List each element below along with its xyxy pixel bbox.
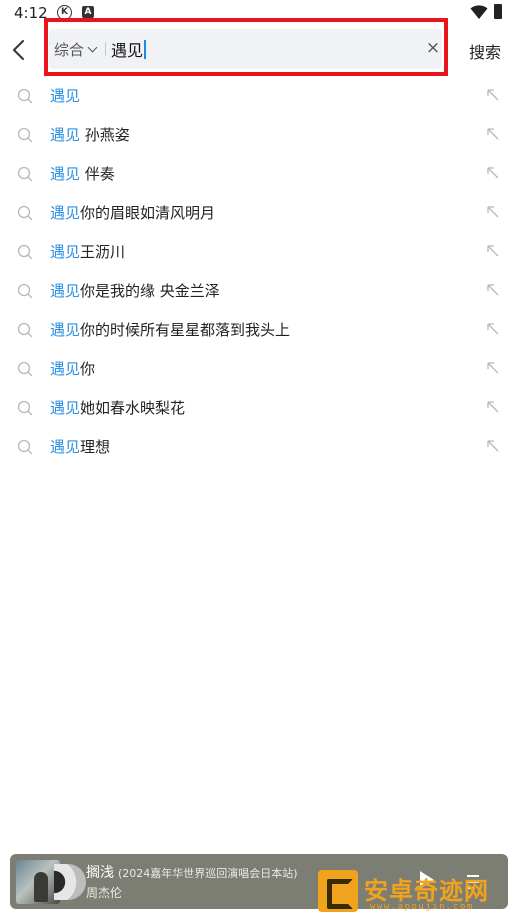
suggestion-item[interactable]: 遇见你 bbox=[0, 349, 518, 388]
search-input[interactable]: 遇见 bbox=[111, 37, 147, 61]
battery-icon bbox=[494, 4, 502, 19]
clear-search-button[interactable]: × bbox=[425, 38, 441, 58]
suggestion-rest: 你是我的缘 央金兰泽 bbox=[80, 282, 220, 300]
suggestion-text: 遇见你的眉眼如清风明月 bbox=[50, 202, 215, 223]
suggestion-text: 遇见 bbox=[50, 85, 80, 106]
text-cursor bbox=[144, 39, 147, 59]
watermark-title: 安卓奇迹网 bbox=[364, 878, 489, 905]
search-icon bbox=[17, 88, 33, 104]
suggestion-match: 遇见 bbox=[50, 360, 81, 378]
fill-query-arrow-icon[interactable] bbox=[486, 88, 500, 102]
watermark-logo: 安卓奇迹网 www.apoujin.com bbox=[318, 870, 514, 920]
suggestion-item[interactable]: 遇见她如春水映梨花 bbox=[0, 388, 518, 427]
suggestion-rest: 伴奏 bbox=[80, 165, 115, 183]
suggestion-item[interactable]: 遇见 孙燕姿 bbox=[0, 115, 518, 154]
suggestion-match: 遇见 bbox=[50, 438, 81, 456]
watermark-url: www.apoujin.com bbox=[370, 902, 474, 912]
fill-query-arrow-icon[interactable] bbox=[486, 127, 500, 141]
suggestion-text: 遇见她如春水映梨花 bbox=[50, 397, 185, 418]
watermark-icon bbox=[318, 870, 358, 912]
search-query-text: 遇见 bbox=[111, 41, 144, 60]
fill-query-arrow-icon[interactable] bbox=[486, 283, 500, 297]
suggestion-text: 遇见你是我的缘 央金兰泽 bbox=[50, 280, 220, 301]
k-badge-icon: K bbox=[57, 5, 72, 20]
suggestion-text: 遇见理想 bbox=[50, 436, 110, 457]
fill-query-arrow-icon[interactable] bbox=[486, 322, 500, 336]
suggestion-match: 遇见 bbox=[50, 165, 81, 183]
fill-query-arrow-icon[interactable] bbox=[486, 400, 500, 414]
fill-query-arrow-icon[interactable] bbox=[486, 166, 500, 180]
suggestion-text: 遇见你 bbox=[50, 358, 95, 379]
fill-query-arrow-icon[interactable] bbox=[486, 205, 500, 219]
suggestion-text: 遇见你的时候所有星星都落到我头上 bbox=[50, 319, 290, 340]
search-icon bbox=[17, 127, 33, 143]
search-icon bbox=[17, 205, 33, 221]
search-icon bbox=[17, 244, 33, 260]
suggestion-match: 遇见 bbox=[50, 87, 81, 105]
track-title: 搁浅 (2024嘉年华世界巡回演唱会日本站) bbox=[86, 862, 298, 882]
suggestion-rest: 她如春水映梨花 bbox=[80, 399, 186, 417]
a-badge-icon: A bbox=[82, 6, 94, 18]
suggestion-item[interactable]: 遇见理想 bbox=[0, 427, 518, 466]
status-bar: 4:12 K A bbox=[0, 0, 518, 26]
suggestion-item[interactable]: 遇见 bbox=[0, 76, 518, 115]
suggestion-item[interactable]: 遇见 伴奏 bbox=[0, 154, 518, 193]
scope-divider bbox=[105, 42, 106, 56]
suggestion-text: 遇见王沥川 bbox=[50, 241, 125, 262]
search-submit-button[interactable]: 搜索 bbox=[469, 39, 501, 63]
suggestion-item[interactable]: 遇见你的时候所有星星都落到我头上 bbox=[0, 310, 518, 349]
suggestion-item[interactable]: 遇见你的眉眼如清风明月 bbox=[0, 193, 518, 232]
search-icon bbox=[17, 166, 33, 182]
search-icon bbox=[17, 322, 33, 338]
fill-query-arrow-icon[interactable] bbox=[486, 439, 500, 453]
album-art-figure bbox=[34, 872, 48, 902]
fill-query-arrow-icon[interactable] bbox=[486, 361, 500, 375]
suggestion-match: 遇见 bbox=[50, 243, 81, 261]
suggestion-match: 遇见 bbox=[50, 399, 81, 417]
suggestion-rest: 你的眉眼如清风明月 bbox=[80, 204, 216, 222]
status-time: 4:12 bbox=[14, 4, 48, 22]
search-bar[interactable] bbox=[49, 29, 442, 69]
track-subtitle: (2024嘉年华世界巡回演唱会日本站) bbox=[118, 867, 298, 880]
track-name: 搁浅 bbox=[86, 865, 114, 881]
suggestion-rest: 你 bbox=[80, 360, 96, 378]
suggestion-item[interactable]: 遇见王沥川 bbox=[0, 232, 518, 271]
back-button[interactable] bbox=[8, 36, 30, 64]
suggestion-match: 遇见 bbox=[50, 204, 81, 222]
suggestion-rest: 你的时候所有星星都落到我头上 bbox=[80, 321, 291, 339]
suggestion-list: 遇见 遇见 孙燕姿 遇见 伴奏 遇见你的眉眼如清风明月 遇见王沥川 遇见你是我的… bbox=[0, 76, 518, 466]
suggestion-match: 遇见 bbox=[50, 321, 81, 339]
track-artist: 周杰伦 bbox=[86, 886, 123, 900]
suggestion-text: 遇见 伴奏 bbox=[50, 163, 115, 184]
search-icon bbox=[17, 439, 33, 455]
suggestion-rest: 孙燕姿 bbox=[80, 126, 130, 144]
search-icon bbox=[17, 361, 33, 377]
suggestion-rest: 理想 bbox=[80, 438, 111, 456]
suggestion-match: 遇见 bbox=[50, 282, 81, 300]
search-icon bbox=[17, 400, 33, 416]
suggestion-rest: 王沥川 bbox=[80, 243, 126, 261]
suggestion-match: 遇见 bbox=[50, 126, 81, 144]
search-scope-dropdown[interactable]: 综合 bbox=[54, 39, 98, 59]
chevron-down-icon bbox=[87, 42, 98, 52]
suggestion-text: 遇见 孙燕姿 bbox=[50, 124, 130, 145]
vinyl-disc-icon bbox=[54, 864, 86, 900]
search-icon bbox=[17, 283, 33, 299]
search-scope-label: 综合 bbox=[54, 40, 85, 59]
wifi-icon bbox=[470, 5, 488, 19]
fill-query-arrow-icon[interactable] bbox=[486, 244, 500, 258]
suggestion-item[interactable]: 遇见你是我的缘 央金兰泽 bbox=[0, 271, 518, 310]
